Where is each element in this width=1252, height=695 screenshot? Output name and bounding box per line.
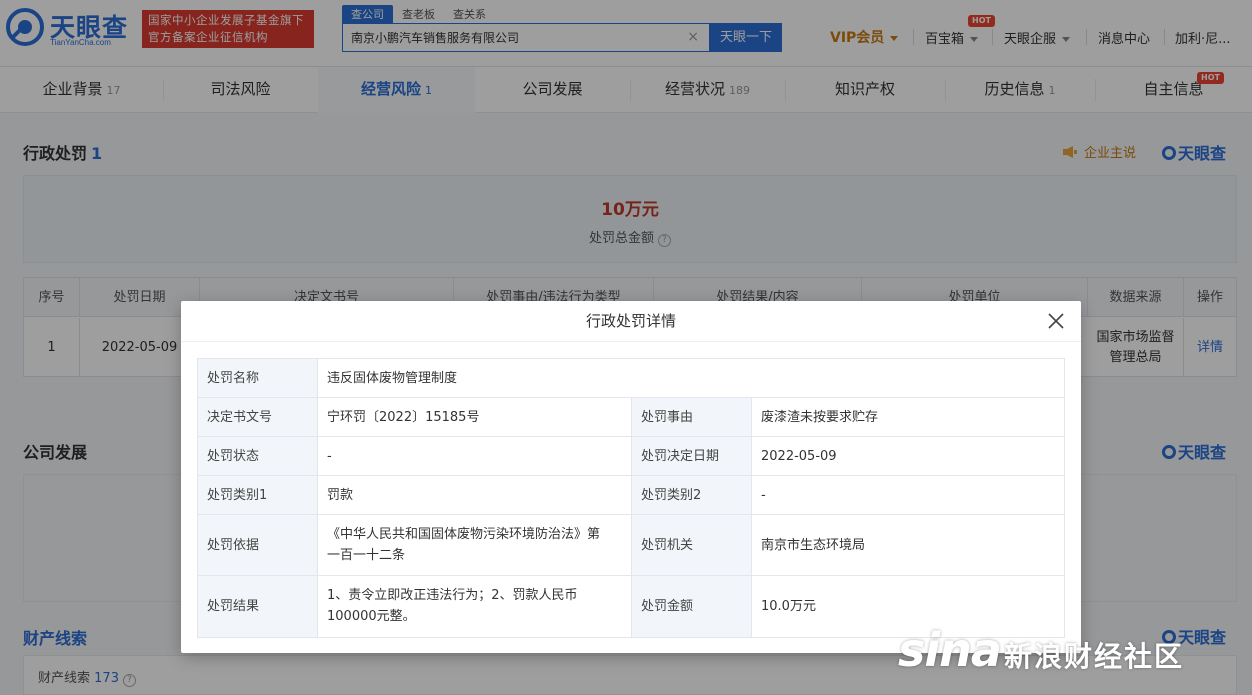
modal-title: 行政处罚详情 [181, 301, 1081, 342]
detail-value: 南京市生态环境局 [761, 537, 866, 553]
detail-value: 2022-05-09 [761, 448, 837, 464]
watermark-text: 新浪财经社区 [1004, 640, 1185, 673]
detail-key: 处罚类别1 [198, 476, 318, 514]
sina-wordmark: sina [898, 623, 1002, 677]
basis-line1: 《中华人民共和国固体废物污染环境防治法》第 [327, 527, 601, 542]
detail-value: 违反固体废物管理制度 [327, 370, 458, 386]
detail-value: - [761, 487, 766, 503]
detail-key: 处罚状态 [198, 437, 318, 475]
detail-key: 决定书文号 [198, 398, 318, 436]
detail-value: 宁环罚〔2022〕15185号 [318, 398, 632, 436]
result-line2: 100000元整。 [327, 609, 416, 624]
detail-value: 罚款 [318, 476, 632, 514]
detail-key: 处罚决定日期 [632, 437, 752, 475]
detail-value: 废漆渣未按要求贮存 [761, 409, 879, 425]
detail-key: 处罚结果 [198, 576, 318, 637]
detail-row: 处罚状态 - 处罚决定日期 2022-05-09 [198, 437, 1064, 476]
detail-row: 处罚名称 违反固体废物管理制度 [198, 359, 1064, 398]
penalty-detail-modal: 行政处罚详情 处罚名称 违反固体废物管理制度 决定书文号 宁环罚〔2022〕15… [181, 301, 1081, 653]
detail-key: 处罚事由 [632, 398, 752, 436]
detail-key: 处罚金额 [632, 576, 752, 637]
result-line1: 1、责令立即改正违法行为；2、罚款人民币 [327, 588, 578, 603]
sina-watermark: sina 新浪财经社区 [898, 605, 1238, 685]
detail-row: 处罚类别1 罚款 处罚类别2 - [198, 476, 1064, 515]
detail-row: 决定书文号 宁环罚〔2022〕15185号 处罚事由 废漆渣未按要求贮存 [198, 398, 1064, 437]
detail-key: 处罚依据 [198, 515, 318, 575]
detail-key: 处罚类别2 [632, 476, 752, 514]
basis-line2: 一百一十二条 [327, 548, 406, 563]
detail-value: 1、责令立即改正违法行为；2、罚款人民币 100000元整。 [318, 576, 632, 637]
close-icon[interactable] [1045, 310, 1067, 332]
detail-key: 处罚名称 [198, 359, 318, 397]
detail-row: 处罚依据 《中华人民共和国固体废物污染环境防治法》第 一百一十二条 处罚机关 南… [198, 515, 1064, 576]
detail-key: 处罚机关 [632, 515, 752, 575]
penalty-detail-table: 处罚名称 违反固体废物管理制度 决定书文号 宁环罚〔2022〕15185号 处罚… [197, 358, 1065, 638]
detail-value: 《中华人民共和国固体废物污染环境防治法》第 一百一十二条 [318, 515, 632, 575]
detail-value: - [318, 437, 632, 475]
